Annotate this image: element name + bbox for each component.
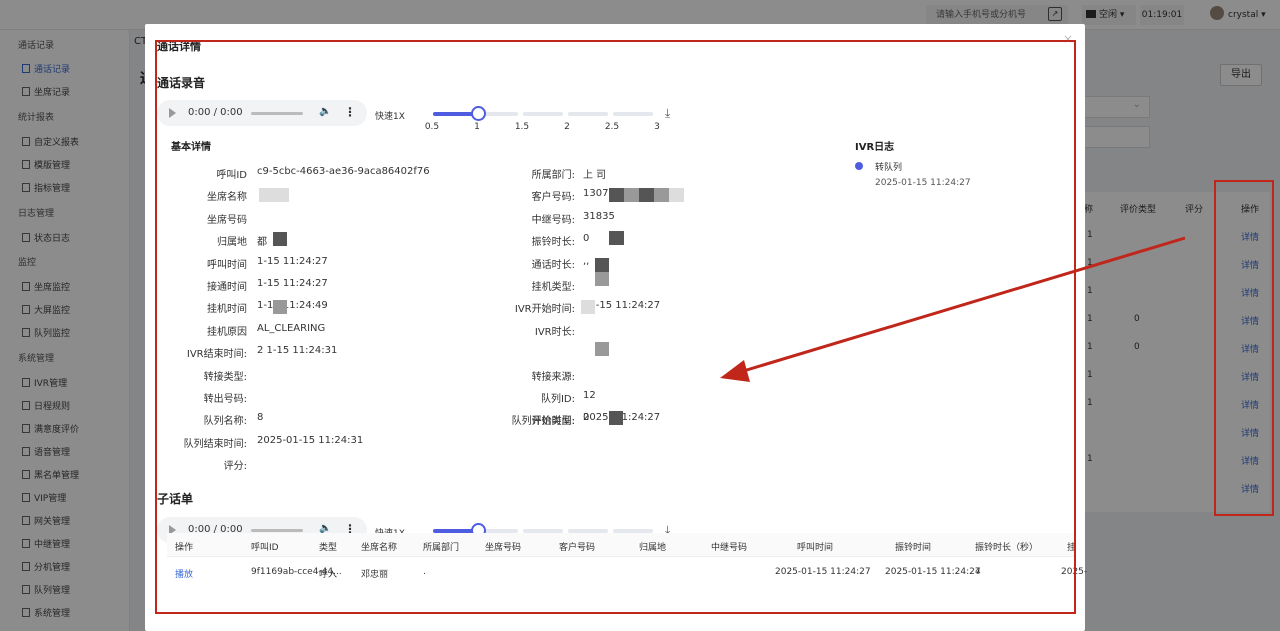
annotation-arrow bbox=[720, 236, 1186, 382]
